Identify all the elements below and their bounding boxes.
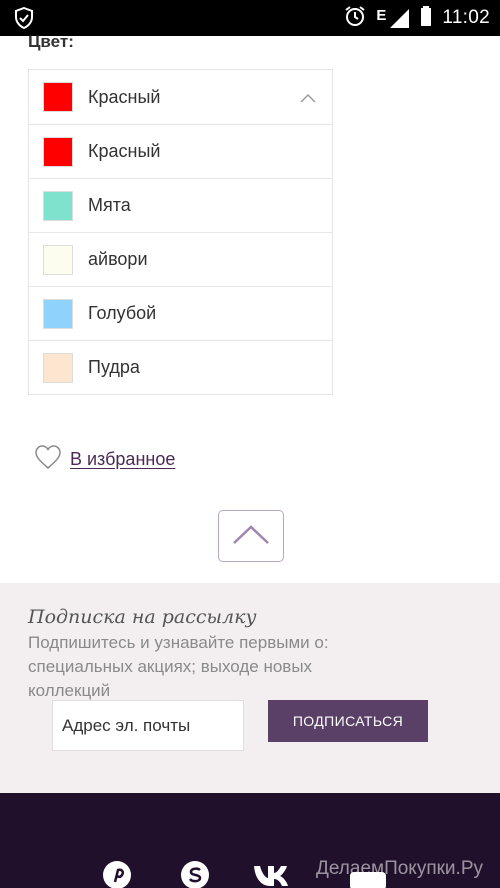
newsletter-section: Подписка на рассылку Подпишитесь и узнав… (0, 583, 500, 793)
status-bar: E 11:02 (0, 0, 500, 36)
pinterest-icon[interactable] (102, 860, 132, 888)
color-option-name: Голубой (88, 303, 157, 323)
selected-color-name: Красный (88, 86, 161, 107)
chevron-up-icon (300, 90, 316, 108)
color-select-header[interactable]: Красный (29, 70, 332, 124)
color-option[interactable]: Пудра (29, 340, 332, 394)
color-swatch (43, 245, 73, 275)
vk-icon[interactable] (252, 860, 296, 888)
color-label: Цвет: (28, 32, 74, 51)
network-type-label: E (376, 7, 387, 24)
clock-time: 11:02 (442, 7, 490, 28)
watermark: ДелаемПокупки.Ру (316, 858, 484, 879)
email-field[interactable] (52, 700, 244, 751)
subscribe-button[interactable]: ПОДПИСАТЬСЯ (268, 700, 428, 742)
heart-icon (34, 444, 62, 475)
color-swatch (43, 353, 73, 383)
favorites-link[interactable]: В избранное (70, 449, 175, 470)
add-to-favorites[interactable]: В избранное (34, 444, 175, 475)
color-swatch (43, 191, 73, 221)
color-swatch (43, 299, 73, 329)
skype-icon[interactable] (178, 860, 212, 888)
color-option[interactable]: Красный (29, 124, 332, 178)
battery-icon (420, 5, 432, 32)
color-option-name: Красный (88, 141, 161, 161)
color-dropdown: Красный Красный Мята айвори Голубой Пудр… (28, 69, 333, 395)
color-option-name: айвори (88, 249, 148, 269)
selected-color-swatch (43, 82, 73, 112)
newsletter-title: Подписка на рассылку (28, 606, 257, 628)
color-option[interactable]: Голубой (29, 286, 332, 340)
color-option-name: Мята (88, 195, 131, 215)
color-option[interactable]: Мята (29, 178, 332, 232)
color-swatch (43, 137, 73, 167)
chevron-up-icon (232, 523, 270, 550)
shield-check-icon (14, 6, 34, 34)
scroll-to-top-button[interactable] (218, 510, 284, 562)
alarm-clock-icon (344, 5, 366, 32)
color-option-name: Пудра (88, 357, 140, 377)
color-option[interactable]: айвори (29, 232, 332, 286)
network-signal-icon: E (376, 7, 410, 29)
newsletter-description: Подпишитесь и узнавайте первыми о: специ… (28, 633, 329, 700)
